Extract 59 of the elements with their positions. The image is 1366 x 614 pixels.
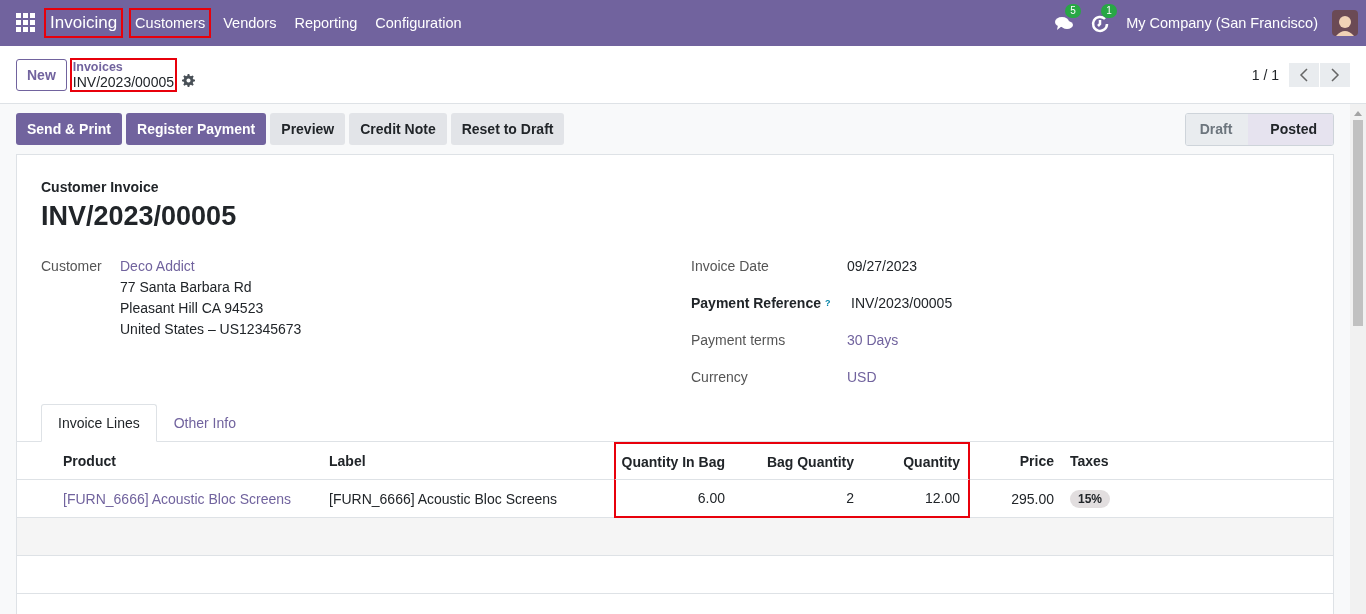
field-label: Payment terms (691, 331, 787, 350)
app-title[interactable]: Invoicing (44, 8, 124, 38)
status-stage[interactable]: Draft (1185, 113, 1249, 145)
action-button[interactable]: Reset to Draft (450, 113, 565, 145)
field-label: Currency (691, 368, 749, 387)
table-cell: [FURN_6666] Acoustic Bloc Screens (329, 490, 557, 507)
clock-icon[interactable] (1090, 13, 1111, 33)
column-header[interactable]: Quantity (862, 442, 970, 480)
table-cell: 12.00 (924, 490, 960, 506)
next-button[interactable] (1320, 62, 1350, 87)
field-value: 09/27/2023 (847, 257, 919, 276)
pager-value: 1 / 1 (1251, 66, 1279, 83)
menu-item[interactable]: Reporting (288, 8, 364, 38)
column-header[interactable]: Label (321, 442, 614, 480)
menu-item[interactable]: Vendors (217, 8, 283, 38)
menu-item[interactable]: Configuration (369, 8, 468, 38)
address-line: United States – US12345673 (120, 320, 302, 339)
field-link[interactable]: 30 Days (847, 330, 953, 351)
document-type: Customer Invoice (41, 179, 160, 195)
table-cell: 6.00 (697, 490, 725, 506)
field-value: INV/2023/00005 (850, 294, 953, 313)
invoice-number: INV/2023/00005 (41, 201, 238, 232)
customer-link[interactable]: Deco Addict (120, 256, 302, 277)
notification-badge: 1 (1101, 4, 1117, 18)
column-header[interactable]: Price (970, 442, 1062, 480)
action-button[interactable]: Register Payment (126, 113, 267, 145)
new-button[interactable]: New (16, 58, 67, 91)
action-button[interactable]: Preview (270, 113, 346, 145)
column-header[interactable]: Product (55, 442, 321, 480)
table-cell: 2 (846, 490, 854, 506)
field-label: Invoice Date (691, 257, 770, 276)
column-header[interactable]: Bag Quantity (733, 442, 862, 480)
address-line: Pleasant Hill CA 94523 (120, 299, 265, 318)
user-avatar[interactable] (1332, 10, 1358, 36)
previous-button[interactable] (1289, 62, 1319, 87)
breadcrumb-link[interactable]: Invoices (72, 59, 174, 75)
product-link[interactable]: [FURN_6666] Acoustic Bloc Screens (63, 490, 291, 507)
company-switcher[interactable]: My Company (San Francisco) (1126, 15, 1318, 31)
chevron-right-icon (1330, 67, 1340, 82)
action-button[interactable]: Credit Note (349, 113, 447, 145)
field-link[interactable]: USD (847, 367, 953, 388)
tab[interactable]: Invoice Lines (41, 404, 157, 442)
action-button[interactable]: Send & Print (16, 113, 122, 145)
tax-tag: 15% (1070, 489, 1111, 508)
apps-menu-icon[interactable] (16, 13, 36, 33)
record-title: INV/2023/00005 (72, 74, 174, 90)
menu-item[interactable]: Customers (129, 8, 212, 38)
field-label: Customer (41, 257, 103, 276)
address-line: 77 Santa Barbara Rd (120, 278, 253, 297)
tab[interactable]: Other Info (156, 404, 253, 442)
notification-badge: 5 (1065, 4, 1081, 18)
table-cell: 295.00 (1011, 490, 1054, 507)
chevron-left-icon (1299, 67, 1309, 82)
column-header[interactable]: Taxes (1062, 442, 1333, 480)
field-label: Payment Reference $^{?}$ (691, 294, 832, 313)
scrollbar-thumb[interactable] (1353, 120, 1363, 326)
status-stage[interactable]: Posted (1248, 113, 1333, 145)
column-header[interactable]: Quantity In Bag (614, 442, 733, 480)
settings-icon[interactable] (182, 74, 195, 87)
